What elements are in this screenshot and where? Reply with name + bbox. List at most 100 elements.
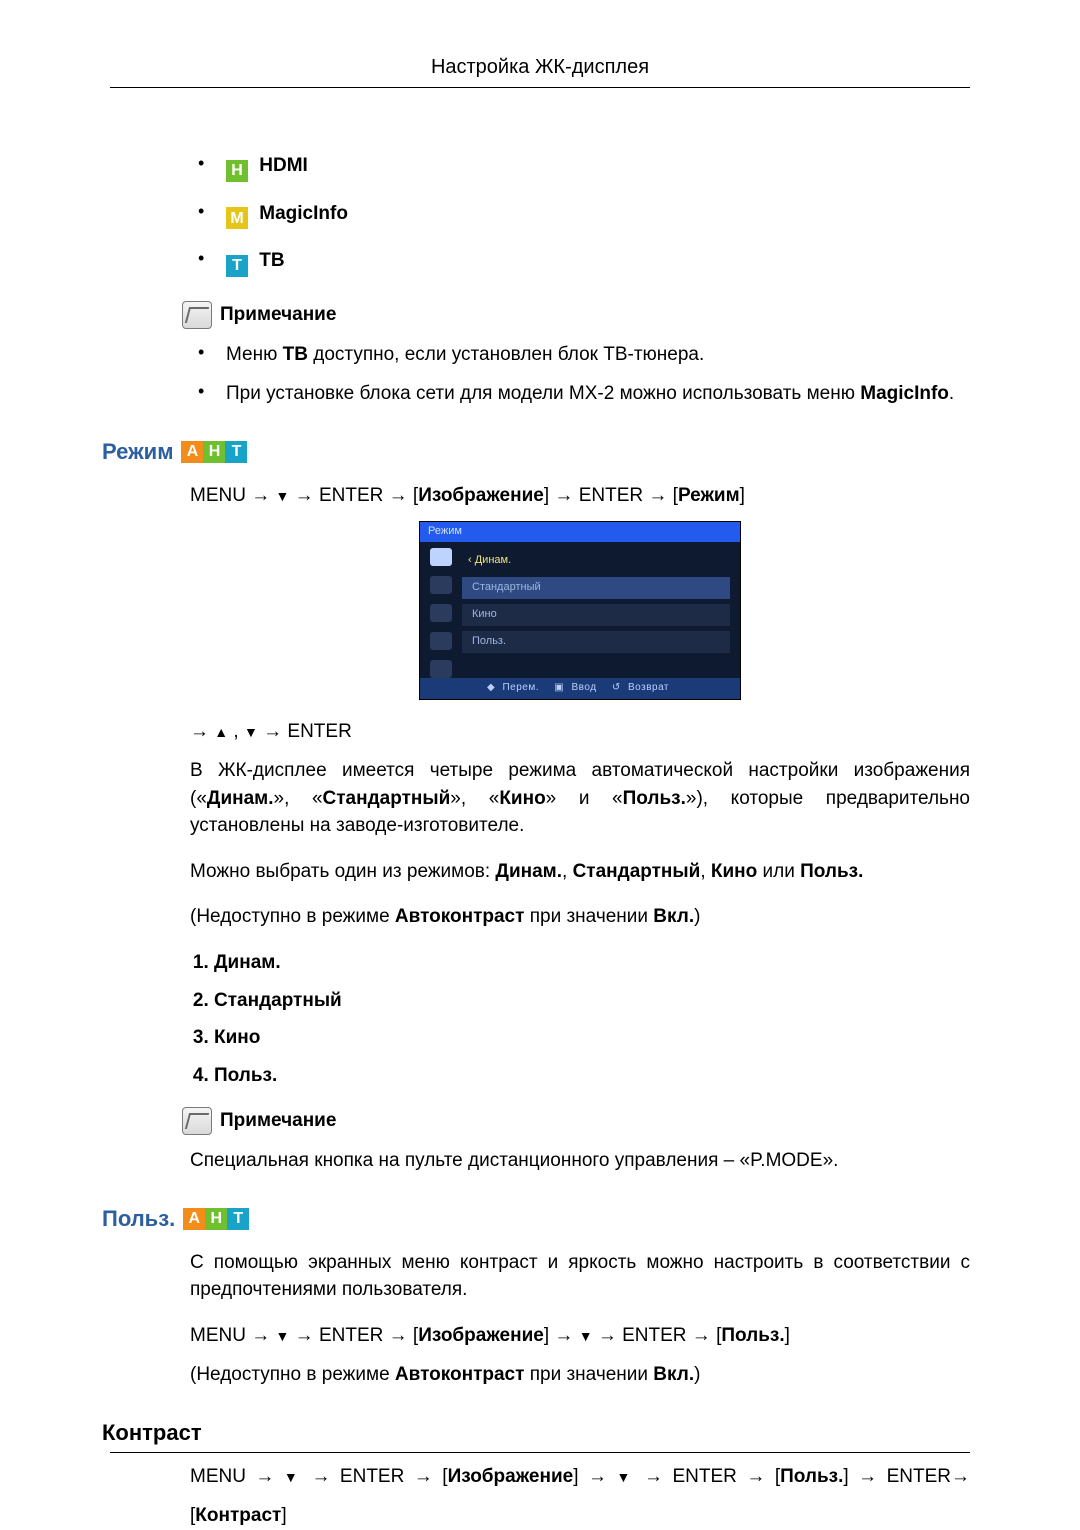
- note-list: Меню ТВ доступно, если установлен блок Т…: [190, 341, 970, 408]
- down-icon: [244, 721, 258, 742]
- osd-foot-text: Ввод: [572, 682, 597, 693]
- down-icon: [616, 1466, 634, 1487]
- body-text: при значении: [524, 906, 653, 927]
- h-icon: H: [226, 160, 248, 182]
- note-heading-text: Примечание: [220, 1107, 336, 1135]
- body-bold: Динам.: [207, 788, 274, 809]
- section-title-text: Польз.: [102, 1203, 175, 1235]
- path-text: ENTER: [319, 1325, 383, 1346]
- body-text: ): [694, 1364, 700, 1385]
- page: Настройка ЖК-дисплея H HDMI M MagicInfo …: [0, 0, 1080, 1527]
- note-item: При установке блока сети для модели MX-2…: [190, 380, 970, 408]
- note-item: Меню ТВ доступно, если установлен блок Т…: [190, 341, 970, 369]
- path-text: MENU: [190, 1466, 246, 1487]
- arrow-icon: [383, 1325, 413, 1346]
- osd-side-icon: [430, 660, 452, 678]
- body-text: » и «: [546, 788, 623, 809]
- arrow-icon: [246, 485, 276, 506]
- t-icon: T: [227, 1208, 249, 1230]
- osd-title: Режим: [420, 522, 740, 542]
- arrow-icon: [849, 1466, 887, 1487]
- path-text: ENTER: [887, 1466, 951, 1487]
- body-bold: Вкл.: [653, 906, 694, 927]
- menu-path-mode-1: MENUENTER[Изображение]ENTER[Режим]: [190, 482, 970, 510]
- arrow-icon: [289, 1325, 319, 1346]
- source-label: MagicInfo: [259, 203, 348, 224]
- path-bold: Изображение: [418, 1325, 544, 1346]
- osd-side-icon: [430, 604, 452, 622]
- arrow-icon: [549, 485, 579, 506]
- body-text: при значении: [524, 1364, 653, 1385]
- aht-icons: A H T: [181, 441, 247, 463]
- source-label: HDMI: [259, 155, 308, 176]
- t-icon: T: [225, 441, 247, 463]
- path-bold: Режим: [678, 485, 740, 506]
- divider-bottom: [110, 1452, 970, 1453]
- osd-side-icon: [430, 576, 452, 594]
- osd-footer: ◆ Перем. ▣ Ввод ↺ Возврат: [420, 678, 740, 699]
- body-bold: Стандартный: [573, 861, 701, 882]
- arrow-icon: [246, 1466, 284, 1487]
- down-icon: [276, 1325, 290, 1346]
- body-bold: Кино: [711, 861, 757, 882]
- menu-path-contrast-line2: [Контраст]: [190, 1502, 970, 1530]
- arrow-icon: [190, 721, 214, 742]
- body-bold: Польз.: [623, 788, 686, 809]
- body-text: или: [757, 861, 800, 882]
- mode-body-3: (Недоступно в режиме Автоконтраст при зн…: [190, 903, 970, 931]
- path-text: ENTER: [622, 1325, 686, 1346]
- osd-sidebar: [420, 542, 462, 678]
- source-item-tv: T ТВ: [190, 247, 970, 277]
- down-icon: [276, 485, 290, 506]
- mode-list-item: Польз.: [214, 1062, 970, 1090]
- menu-path-contrast-line1: MENUENTER[Изображение]ENTER[Польз.]ENTER…: [190, 1463, 970, 1491]
- mode-body-1: В ЖК-дисплее имеется четыре режима автом…: [190, 757, 970, 840]
- arrow-icon: [593, 1325, 623, 1346]
- osd-row: Польз.: [462, 631, 730, 653]
- note-icon: [182, 1107, 212, 1135]
- note-text: доступно, если установлен блок ТВ-тюнера…: [308, 344, 704, 365]
- osd-foot-text: Возврат: [628, 682, 669, 693]
- osd-main: Динам. Стандартный Кино Польз.: [462, 542, 740, 678]
- osd-foot-text: Перем.: [502, 682, 539, 693]
- h-icon: H: [203, 441, 225, 463]
- mode-list-text: Динам.: [214, 952, 281, 973]
- note2-body: Специальная кнопка на пульте дистанционн…: [190, 1147, 970, 1175]
- mode-list-text: Польз.: [214, 1065, 277, 1086]
- section-title-contrast: Контраст: [102, 1417, 970, 1449]
- m-icon: M: [226, 207, 248, 229]
- mode-body-2: Можно выбрать один из режимов: Динам., С…: [190, 858, 970, 886]
- body-text: », «: [450, 788, 499, 809]
- arrow-icon: [404, 1466, 442, 1487]
- path-bold: Изображение: [418, 485, 544, 506]
- osd-panel: Режим Динам. Стандартный Кино Польз. ◆ П: [419, 521, 741, 699]
- path-text: ENTER: [287, 721, 351, 742]
- body-text: Можно выбрать один из режимов:: [190, 861, 495, 882]
- custom-body: С помощью экранных меню контраст и яркос…: [190, 1249, 970, 1304]
- custom-body-3: (Недоступно в режиме Автоконтраст при зн…: [190, 1361, 970, 1389]
- source-item-magicinfo: M MagicInfo: [190, 200, 970, 230]
- body-text: ,: [562, 861, 573, 882]
- path-bold: Контраст: [195, 1505, 281, 1526]
- arrow-icon: [579, 1466, 617, 1487]
- body-bold: Польз.: [800, 861, 863, 882]
- source-list: H HDMI M MagicInfo T ТВ: [190, 152, 970, 277]
- path-text: ENTER: [319, 485, 383, 506]
- body-bold: Динам.: [495, 861, 562, 882]
- path-text: ENTER: [340, 1466, 404, 1487]
- osd-row: Кино: [462, 604, 730, 626]
- a-icon: A: [183, 1208, 205, 1230]
- arrow-icon: [643, 485, 673, 506]
- note-heading: Примечание: [182, 1107, 970, 1135]
- body-text: », «: [274, 788, 323, 809]
- body-bold: Автоконтраст: [395, 906, 525, 927]
- t-icon: T: [226, 255, 248, 277]
- path-text: MENU: [190, 485, 246, 506]
- section-title-mode: Режим A H T: [102, 436, 970, 468]
- arrow-icon: [635, 1466, 673, 1487]
- page-title: Настройка ЖК-дисплея: [110, 56, 970, 79]
- osd-body: Динам. Стандартный Кино Польз.: [420, 542, 740, 678]
- note-bold: ТВ: [283, 344, 308, 365]
- osd-side-icon: [430, 548, 452, 566]
- body-text: (Недоступно в режиме: [190, 1364, 395, 1385]
